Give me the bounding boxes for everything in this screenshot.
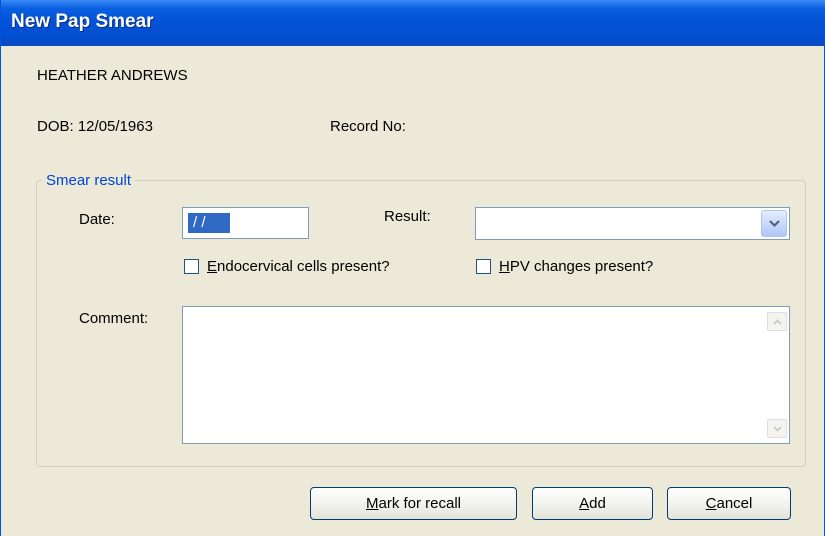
cancel-mnemonic: C (705, 495, 717, 512)
smear-result-legend: Smear result (42, 172, 136, 189)
cancel-label: ancel (716, 495, 753, 512)
endocervical-checkbox[interactable] (184, 259, 199, 274)
patient-name: HEATHER ANDREWS (37, 67, 188, 84)
record-no-label: Record No: (330, 118, 406, 135)
add-mnemonic: A (579, 495, 590, 512)
result-dropdown-button[interactable] (761, 210, 787, 237)
new-pap-smear-dialog: New Pap Smear HEATHER ANDREWS DOB: 12/05… (0, 0, 825, 536)
hpv-checkbox[interactable] (476, 259, 491, 274)
date-label: Date: (79, 211, 115, 228)
chevron-down-icon (769, 220, 780, 228)
add-button[interactable]: Add (532, 487, 653, 520)
scroll-up-icon (773, 319, 782, 325)
scroll-up-button[interactable] (767, 312, 787, 331)
title-bar[interactable]: New Pap Smear (1, 0, 825, 46)
mark-for-recall-mnemonic: M (365, 495, 379, 512)
endocervical-label-rest: ndocervical cells present? (217, 258, 390, 275)
scroll-down-button[interactable] (767, 419, 787, 438)
endocervical-mnemonic: E (207, 258, 218, 275)
cancel-button[interactable]: Cancel (667, 487, 791, 520)
endocervical-label[interactable]: Endocervical cells present? (207, 258, 390, 275)
date-input-value: / / (188, 213, 230, 233)
mark-for-recall-label: ark for recall (378, 495, 462, 512)
hpv-label-rest: PV changes present? (509, 258, 654, 275)
comment-label: Comment: (79, 310, 149, 327)
patient-dob: DOB: 12/05/1963 (37, 118, 153, 135)
date-input[interactable]: / / (182, 207, 309, 239)
mark-for-recall-button[interactable]: Mark for recall (310, 487, 517, 520)
add-label: dd (589, 495, 606, 512)
result-label: Result: (384, 208, 431, 225)
result-dropdown[interactable] (475, 207, 790, 240)
comment-textarea[interactable] (182, 306, 790, 444)
hpv-label[interactable]: HPV changes present? (499, 258, 653, 275)
window-title: New Pap Smear (11, 11, 154, 32)
hpv-mnemonic: H (499, 258, 510, 275)
scroll-down-icon (773, 426, 782, 432)
